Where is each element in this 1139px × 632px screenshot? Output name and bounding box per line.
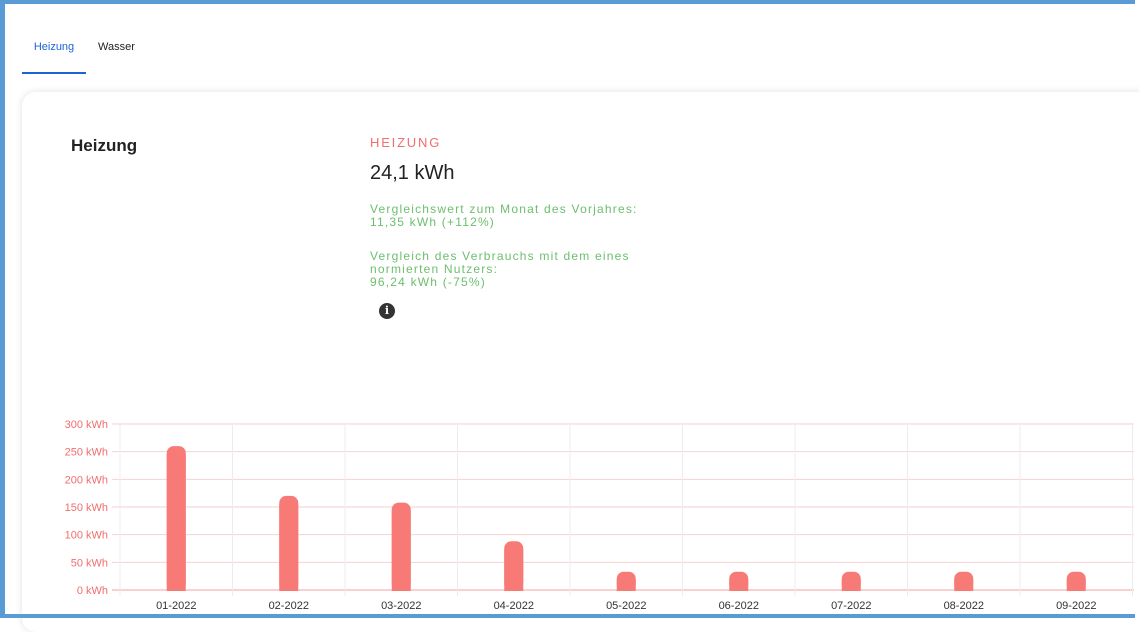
x-tick-label: 07-2022 bbox=[831, 600, 871, 612]
x-tick-label: 04-2022 bbox=[494, 600, 534, 612]
bar-base-05-2022 bbox=[616, 579, 636, 591]
x-axis-ticks: 01-2022 02-2022 03-2022 04-2022 05-2022 06-20… bbox=[156, 600, 1096, 612]
info-icon[interactable]: i bbox=[379, 303, 395, 319]
tab-heizung[interactable]: Heizung bbox=[22, 28, 86, 74]
y-tick-label: 50 kWh bbox=[71, 557, 108, 569]
kpi-label: HEIZUNG bbox=[370, 135, 442, 150]
bar-base-09-2022 bbox=[1066, 579, 1086, 591]
y-axis-ticks: 0 kWh 50 kWh 100 kWh 150 kWh 200 kWh 250 kWh 3… bbox=[65, 419, 108, 597]
consumption-bar-chart: 0 kWh 50 kWh 100 kWh 150 kWh 200 kWh 250 kWh 3… bbox=[65, 419, 1134, 612]
bar-base-03-2022 bbox=[391, 510, 411, 591]
tab-wasser[interactable]: Wasser bbox=[86, 28, 147, 74]
bar-base-06-2022 bbox=[729, 579, 749, 591]
y-tick-label: 0 kWh bbox=[77, 585, 108, 597]
y-tick-label: 150 kWh bbox=[65, 502, 108, 514]
comparison-previous-year: Vergleichswert zum Monat des Vorjahres: … bbox=[370, 202, 638, 229]
y-tick-label: 100 kWh bbox=[65, 530, 108, 542]
bar-base-04-2022 bbox=[504, 549, 524, 591]
x-tick-label: 03-2022 bbox=[381, 600, 421, 612]
y-tick-label: 300 kWh bbox=[65, 419, 108, 431]
card-title: Heizung bbox=[71, 136, 138, 155]
bar-base-07-2022 bbox=[841, 579, 861, 591]
x-tick-label: 08-2022 bbox=[944, 600, 984, 612]
x-tick-label: 09-2022 bbox=[1056, 600, 1096, 612]
x-tick-label: 01-2022 bbox=[156, 600, 196, 612]
chart-bars bbox=[166, 446, 1086, 591]
bar-base-08-2022 bbox=[954, 579, 974, 591]
tab-bar: Heizung Wasser bbox=[22, 28, 147, 76]
y-tick-label: 200 kWh bbox=[65, 474, 108, 486]
chart-grid bbox=[112, 423, 1134, 596]
x-tick-label: 02-2022 bbox=[269, 600, 309, 612]
x-tick-label: 06-2022 bbox=[719, 600, 759, 612]
comparison-normalized-user: Vergleich des Verbrauchs mit dem eines n… bbox=[370, 249, 630, 289]
kpi-value: 24,1 kWh bbox=[370, 162, 455, 184]
x-tick-label: 05-2022 bbox=[606, 600, 646, 612]
bar-base-02-2022 bbox=[279, 503, 299, 591]
y-tick-label: 250 kWh bbox=[65, 447, 108, 459]
bar-base-01-2022 bbox=[166, 454, 186, 591]
